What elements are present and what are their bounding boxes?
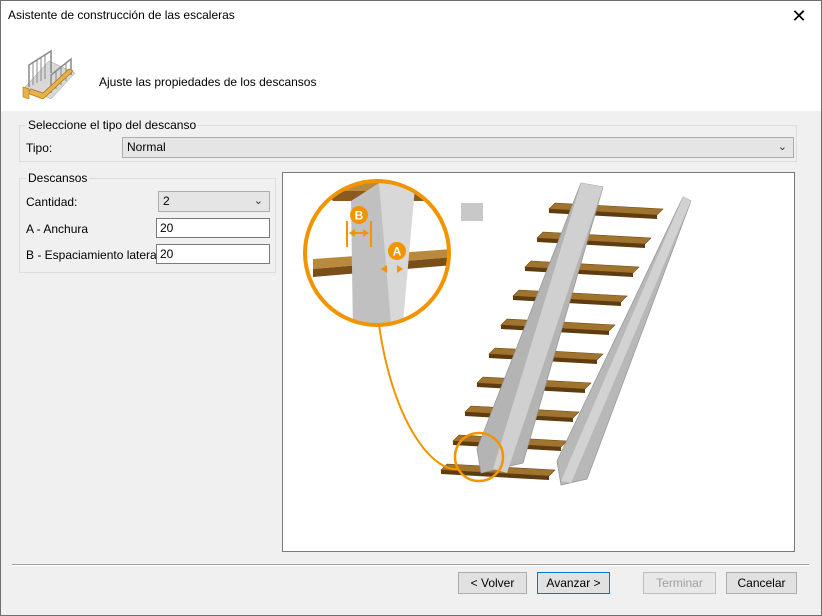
wizard-window: Asistente de construcción de las escaler… bbox=[0, 0, 822, 616]
back-button[interactable]: < Volver bbox=[458, 572, 527, 594]
wizard-header: Ajuste las propiedades de los descansos bbox=[1, 31, 821, 111]
tipo-select[interactable]: Normal ⌄ bbox=[122, 137, 794, 158]
next-button[interactable]: Avanzar > bbox=[537, 572, 610, 594]
landings-legend: Descansos bbox=[28, 171, 88, 185]
landing-type-legend: Seleccione el tipo del descanso bbox=[28, 118, 197, 132]
stair-wizard-icon bbox=[22, 49, 76, 99]
cantidad-select[interactable]: 2 ⌄ bbox=[158, 191, 270, 212]
cantidad-select-value: 2 bbox=[163, 194, 170, 208]
marker-a-label: A bbox=[393, 245, 402, 259]
chevron-down-icon: ⌄ bbox=[777, 141, 787, 153]
cantidad-label: Cantidad: bbox=[26, 195, 78, 209]
close-icon[interactable]: ✕ bbox=[777, 1, 821, 31]
espaciamiento-input[interactable] bbox=[156, 244, 270, 264]
stair-preview: B A bbox=[282, 172, 795, 552]
window-title: Asistente de construcción de las escaler… bbox=[8, 8, 235, 22]
tipo-label: Tipo: bbox=[26, 141, 53, 155]
marker-b-label: B bbox=[355, 209, 364, 223]
title-bar: Asistente de construcción de las escaler… bbox=[1, 1, 821, 31]
wizard-instruction: Ajuste las propiedades de los descansos bbox=[99, 75, 317, 89]
stair-preview-illustration: B A bbox=[303, 179, 692, 486]
zoom-connector bbox=[378, 324, 460, 471]
anchura-input[interactable] bbox=[156, 218, 270, 238]
espaciamiento-label: B - Espaciamiento lateral: bbox=[26, 248, 163, 262]
tipo-select-value: Normal bbox=[127, 140, 166, 154]
finish-button: Terminar bbox=[643, 572, 716, 594]
cancel-button[interactable]: Cancelar bbox=[726, 572, 797, 594]
footer-divider bbox=[12, 564, 809, 566]
chevron-down-icon: ⌄ bbox=[253, 195, 263, 207]
anchura-label: A - Anchura bbox=[26, 222, 89, 236]
